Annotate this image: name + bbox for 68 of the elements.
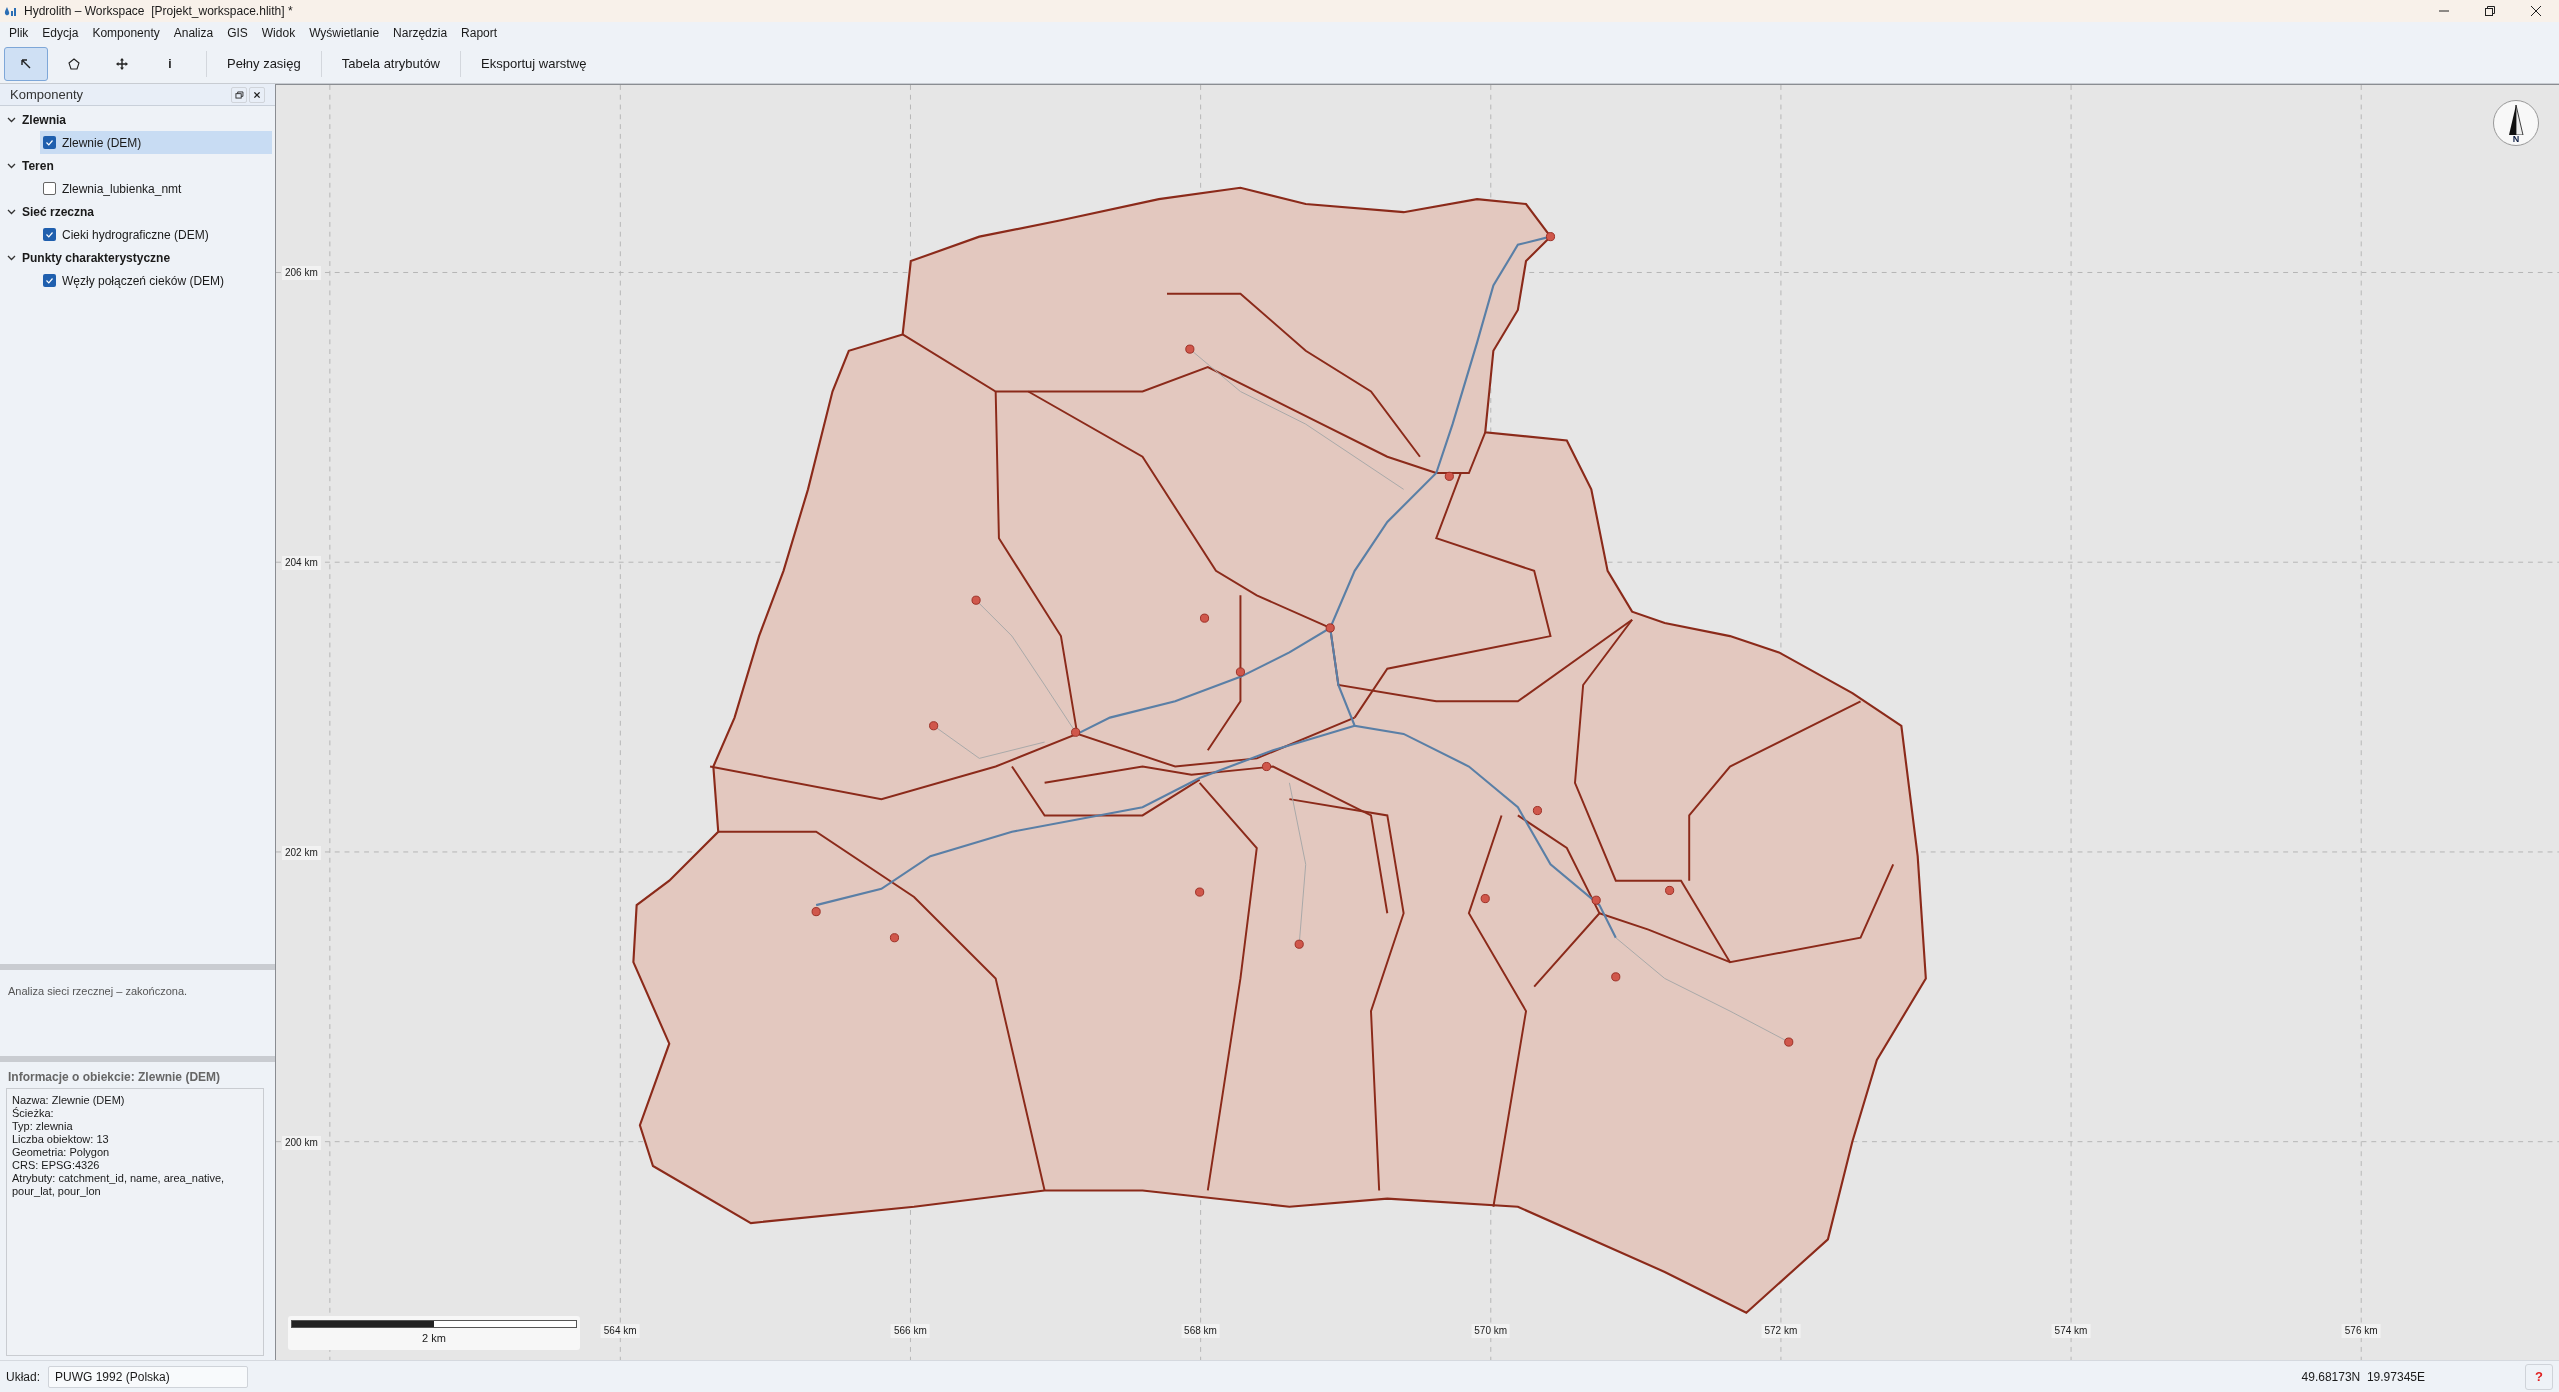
menu-item[interactable]: Komponenty [85, 24, 167, 42]
axis-tick-label: 574 km [2051, 1324, 2091, 1338]
compass: N [2493, 100, 2539, 146]
close-panel-icon[interactable] [249, 86, 265, 103]
checkmark-icon [45, 230, 54, 239]
info-line: Ścieżka: [12, 1107, 55, 1120]
crs-label: Układ: [6, 1368, 40, 1386]
axis-tick-label: 206 km [282, 265, 321, 280]
tree-item[interactable]: Zlewnie (DEM) [40, 131, 272, 154]
info-title: Informacje o obiekcie: Zlewnie (DEM) [8, 1069, 222, 1086]
pentagon-icon [67, 56, 81, 71]
menu-item[interactable]: Narzędzia [386, 24, 455, 42]
axis-tick-label: 200 km [282, 1135, 321, 1150]
app-logo-icon [4, 5, 18, 17]
tree-item[interactable]: Cieki hydrograficzne (DEM) [40, 223, 272, 246]
menu-item[interactable]: Analiza [166, 24, 221, 42]
axis-tick-label: 202 km [282, 845, 321, 860]
checkbox[interactable] [43, 274, 56, 287]
axis-tick-label: 570 km [1471, 1324, 1511, 1338]
move-icon [115, 56, 129, 71]
pointer-icon [19, 56, 33, 71]
menu-item[interactable]: GIS [220, 24, 255, 42]
checkbox[interactable] [43, 136, 56, 149]
float-panel-icon[interactable] [231, 86, 247, 103]
tool-button[interactable] [4, 46, 48, 81]
tool-button[interactable]: i [148, 46, 192, 81]
chevron-down-icon[interactable] [6, 116, 16, 123]
menu-item[interactable]: Edycja [35, 24, 86, 42]
axis-tick-label: 568 km [1181, 1324, 1220, 1338]
checkmark-icon [45, 276, 54, 285]
checkbox[interactable] [43, 182, 56, 195]
window-title: Hydrolith – Workspace [Projekt_workspace.hlith] * [24, 3, 293, 20]
info-line: Geometria: Polygon [12, 1146, 111, 1159]
info-line: Nazwa: Zlewnie (DEM) [12, 1094, 126, 1107]
axis-tick-label: 564 km [600, 1324, 640, 1338]
tree-group-label[interactable]: Punkty charakterystyczne [22, 248, 171, 267]
axis-tick-label: 572 km [1761, 1324, 1801, 1338]
menu-item[interactable]: Wyświetlanie [302, 24, 387, 42]
toolbar-button[interactable]: Tabela atrybutów [333, 48, 448, 79]
info-line: Liczba obiektow: 13 [12, 1133, 110, 1146]
info-line: CRS: EPSG:4326 [12, 1159, 101, 1172]
menu-item[interactable]: Widok [254, 24, 303, 42]
cursor-coordinates: 49.68173N 19.97345E [2301, 1368, 2425, 1386]
help-button[interactable]: ? [2525, 1363, 2553, 1390]
crs-field[interactable]: PUWG 1992 (Polska) [48, 1365, 248, 1388]
panel-title: Komponenty [10, 85, 83, 104]
menu-item[interactable]: Raport [454, 24, 505, 42]
menu-item[interactable]: Plik [2, 24, 36, 42]
checkmark-icon [45, 138, 54, 147]
north-arrow-icon [2507, 105, 2525, 135]
axis-tick-label: 576 km [2341, 1324, 2381, 1338]
axis-tick-label: 566 km [890, 1324, 930, 1338]
info-line: Typ: zlewnia [12, 1120, 74, 1133]
checkbox[interactable] [43, 228, 56, 241]
chevron-down-icon[interactable] [6, 162, 16, 169]
tree-group-label[interactable]: Teren [22, 156, 54, 175]
tree-group-label[interactable]: Zlewnia [22, 110, 66, 129]
chevron-down-icon[interactable] [6, 254, 16, 261]
scale-bar: 2 km [288, 1316, 580, 1350]
chevron-down-icon[interactable] [6, 208, 16, 215]
tree-item[interactable]: Zlewnia_lubienka_nmt [40, 177, 272, 200]
info-line: Atrybuty: catchment_id, name, area_native, pour_lat, pour_lon [12, 1172, 226, 1198]
log-message: Analiza sieci rzecznej – zakończona. [8, 985, 188, 997]
axis-tick-label: 204 km [282, 555, 321, 570]
toolbar-button[interactable]: Eksportuj warstwę [473, 48, 595, 79]
toolbar-button[interactable]: Pełny zasięg [219, 48, 309, 79]
tree-item[interactable]: Węzły połączeń cieków (DEM) [40, 269, 272, 292]
tree-group-label[interactable]: Sieć rzeczna [22, 202, 95, 221]
